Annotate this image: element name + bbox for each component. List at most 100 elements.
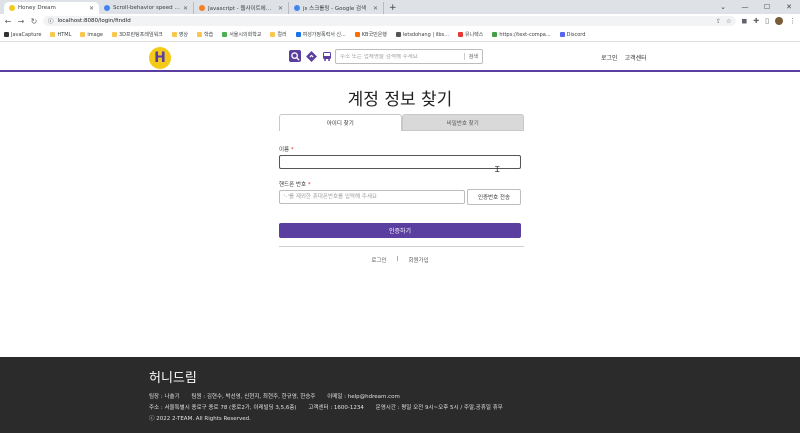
search-icon[interactable] [289,50,301,62]
tab-title: Honey Dream [18,5,56,11]
bookmark-item[interactable]: 3D프린팅프레임워크 [111,31,163,38]
bookmark-item[interactable]: Discord [559,32,585,38]
footer-team-line: 팀장 : 나솔기 팀원 : 김현수, 박선영, 신현지, 최현주, 한규영, 한… [149,392,800,400]
bookmark-label: 학습 [204,32,214,38]
reload-icon[interactable]: ↻ [30,17,38,26]
bookmark-label: https://text-compa... [499,31,551,38]
window-close-icon[interactable]: ✕ [778,0,800,14]
menu-icon[interactable]: ⋮ [789,17,796,25]
footer-email: 이메일 : help@hdream.com [327,394,400,400]
bookmark-label: HTML [57,31,72,38]
bookmark-star-icon[interactable]: ☆ [726,18,731,25]
text-cursor-icon: Ɪ [495,165,500,174]
folder-icon [270,32,276,37]
browser-tab-strip: Honey Dream ✕ Scroll-behavior speed - Go… [0,0,800,14]
puzzle-icon[interactable]: ✚ [753,17,759,25]
bookmark-item[interactable]: 유니렉스 [457,31,484,38]
logo-mark: H [149,47,171,69]
minimize-icon[interactable]: — [734,0,756,14]
bookmark-item[interactable]: JavaCapture [4,32,41,38]
name-field[interactable] [279,155,521,169]
phone-label-text: 핸드폰 번호 [279,182,307,188]
bookmark-item[interactable]: image [80,32,103,38]
folder-icon [111,32,117,37]
info-icon[interactable]: ⓘ [48,17,54,25]
bus-icon[interactable] [321,50,333,62]
bookmark-label: 유니렉스 [464,32,484,38]
directions-icon[interactable] [305,50,317,62]
bookmark-item[interactable]: HTML [50,32,71,38]
bookmark-label: 서울시의회학교 [229,32,262,38]
tab-find-password[interactable]: 비밀번호 찾기 [401,114,524,131]
bookmarks-bar: JavaCapture HTML image 3D프린팅프레임워크 영상 학습 … [0,28,800,42]
login-link[interactable]: 로그인 [371,256,386,264]
name-label: 이름 * [279,145,294,153]
bookmark-label: image [87,31,103,38]
send-code-button[interactable]: 인증번호 전송 [467,189,521,205]
profile-avatar[interactable] [775,17,783,25]
tab-find-id[interactable]: 아이디 찾기 [279,114,402,131]
bookmark-label: 여성가정폭력서 신... [302,32,346,38]
browser-tab[interactable]: Scroll-behavior speed - Google ✕ [99,2,194,14]
folder-icon [80,32,86,37]
page-title: 계정 정보 찾기 [347,90,453,110]
search-input[interactable] [340,53,464,60]
browser-tab[interactable]: Javascript - 웹사이트에서 스크롤 ✕ [194,2,289,14]
sidebar-icon[interactable]: ▯ [765,17,769,25]
tab-search-icon[interactable]: ⌄ [712,0,734,14]
folder-icon [197,32,202,37]
close-icon[interactable]: ✕ [183,5,188,12]
search-button[interactable]: 검색 [463,53,478,60]
bookmark-item[interactable]: 여성가정폭력서 신... [295,31,346,38]
name-label-text: 이름 [279,147,290,153]
bookmark-icon [395,32,401,37]
verify-button[interactable]: 인증하기 [279,223,521,238]
browser-tab[interactable]: js 스크롤링 - Google 검색 ✕ [289,2,384,14]
close-icon[interactable]: ✕ [278,5,283,12]
tab-title: Scroll-behavior speed - Google [113,5,180,11]
url-text[interactable]: localhost:8080/login/findId [58,18,131,24]
bookmark-item[interactable]: 영상 [171,31,188,38]
site-logo[interactable]: H [149,47,171,69]
phone-field[interactable] [279,190,465,204]
login-link[interactable]: 로그인 [601,53,618,62]
folder-icon [171,32,177,37]
bookmark-item[interactable]: 컬러 [270,31,287,38]
footer-brand: 허니드림 [149,371,197,386]
bookmark-item[interactable]: https://text-compa... [492,31,551,38]
bookmark-item[interactable]: KB국민은행 [354,31,387,38]
bookmark-item[interactable]: 학습 [197,31,213,38]
forward-icon[interactable]: → [17,17,25,26]
share-icon[interactable]: ⇪ [716,18,721,25]
tab-favicon-icon [9,5,15,11]
maximize-icon[interactable]: ☐ [756,0,778,14]
bookmark-label: 컬러 [277,32,287,38]
address-bar-row: ← → ↻ ⓘ localhost:8080/login/findId ⇪ ☆ … [0,14,800,28]
bookmark-icon [222,32,228,37]
bookmark-item[interactable]: 서울시의회학교 [222,31,261,38]
omnibox[interactable]: ⓘ localhost:8080/login/findId ⇪ ☆ [43,16,737,26]
extension-icon[interactable]: ◼ [741,17,747,25]
required-mark: * [290,147,294,153]
bookmark-icon [492,32,498,37]
bookmark-label: 영상 [178,32,188,38]
close-icon[interactable]: ✕ [373,5,378,12]
customer-center-link[interactable]: 고객센터 [625,53,647,62]
discord-icon [559,32,565,37]
bookmark-label: JavaCapture [11,31,42,38]
tab-favicon-icon [294,5,300,11]
bookmark-item[interactable]: letsdohang | ilbs... [395,32,449,38]
footer-address: 주소 : 서울특별시 종로구 종로 78 (종로2가, 이레빌딩 3,5,6층) [149,405,297,411]
browser-tab[interactable]: Honey Dream ✕ [4,2,99,14]
back-icon[interactable]: ← [4,17,12,26]
close-icon[interactable]: ✕ [89,5,94,12]
tab-title: js 스크롤링 - Google 검색 [303,6,367,12]
new-tab-icon[interactable]: + [384,2,402,14]
signup-link[interactable]: 회원가입 [408,256,428,264]
bookmark-label: KB국민은행 [361,32,387,38]
phone-label: 핸드폰 번호 * [279,180,311,188]
required-mark: * [307,182,311,188]
bookmark-label: 3D프린팅프레임워크 [118,32,163,38]
tab-favicon-icon [104,5,110,11]
footer-support: 고객센터 : 1600-1234 [308,405,364,411]
